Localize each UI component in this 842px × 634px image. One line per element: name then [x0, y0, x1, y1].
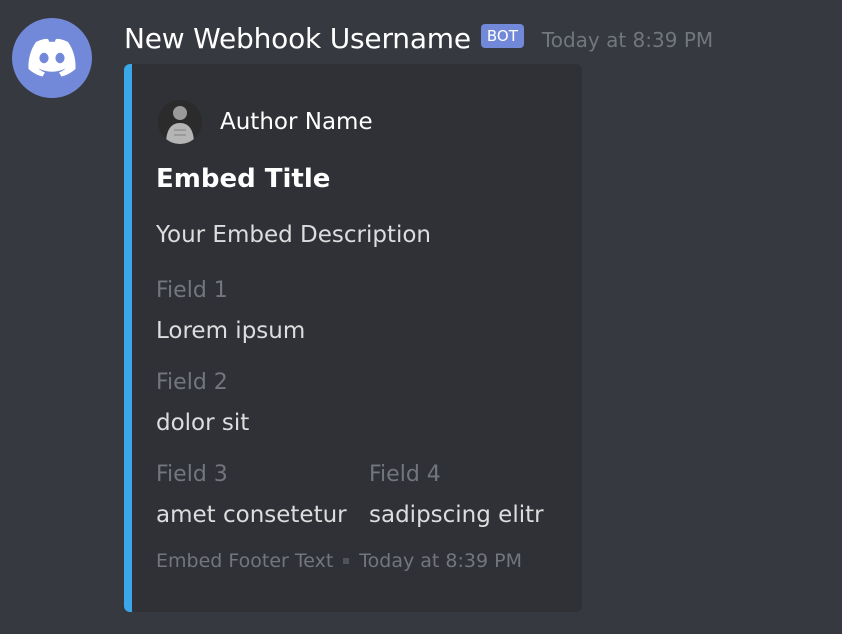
embed: Author Name Embed Title Your Embed Descr…	[124, 64, 582, 612]
field-name: Field 2	[156, 370, 228, 395]
embed-color-bar	[124, 64, 132, 612]
field-value: amet consetetur	[156, 502, 347, 528]
discord-logo-icon[interactable]	[12, 18, 92, 98]
field-value: sadipscing elitr	[369, 502, 544, 528]
embed-field: Field 3 amet consetetur	[156, 460, 347, 530]
embed-footer-text: Embed Footer Text	[156, 550, 334, 572]
message-header: New Webhook Username BOT Today at 8:39 P…	[124, 20, 713, 56]
embed-author: Author Name	[158, 100, 373, 144]
field-name: Field 1	[156, 278, 228, 303]
field-name: Field 4	[369, 462, 441, 487]
embed-field: Field 2 dolor sit	[156, 368, 249, 438]
field-value: dolor sit	[156, 410, 250, 436]
chat-message: New Webhook Username BOT Today at 8:39 P…	[0, 0, 842, 634]
field-name: Field 3	[156, 462, 228, 487]
embed-footer-timestamp: Today at 8:39 PM	[359, 550, 522, 572]
field-value: Lorem ipsum	[156, 318, 306, 344]
embed-title[interactable]: Embed Title	[156, 164, 330, 194]
message-timestamp[interactable]: Today at 8:39 PM	[542, 28, 713, 52]
embed-author-name[interactable]: Author Name	[220, 109, 373, 135]
embed-field: Field 1 Lorem ipsum	[156, 276, 305, 346]
embed-footer: Embed Footer Text Today at 8:39 PM	[156, 550, 522, 572]
username[interactable]: New Webhook Username	[124, 22, 471, 55]
embed-description: Your Embed Description	[156, 222, 432, 248]
author-photo-icon	[158, 100, 202, 144]
bot-badge: BOT	[480, 24, 524, 48]
footer-separator	[343, 558, 350, 564]
embed-field: Field 4 sadipscing elitr	[369, 460, 544, 530]
